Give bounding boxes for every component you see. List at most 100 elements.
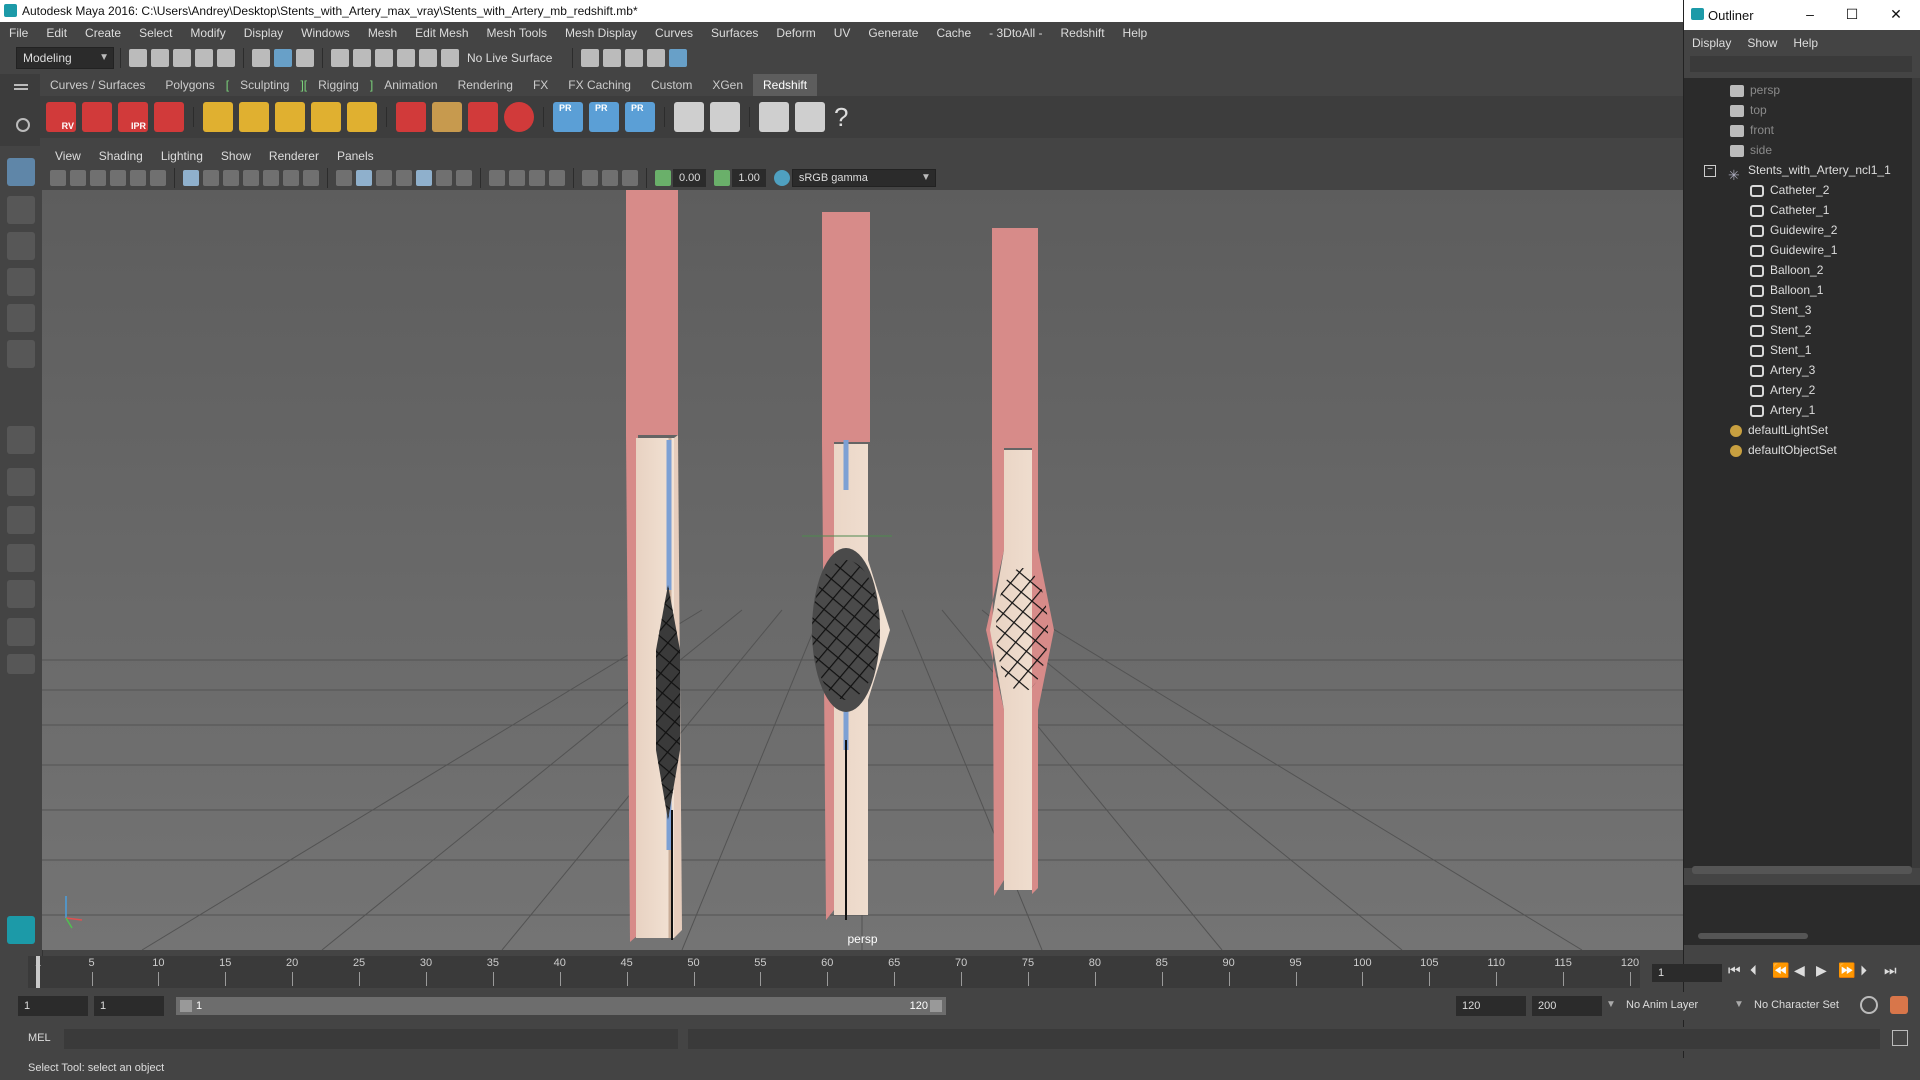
animation-start-field[interactable]: 1: [18, 996, 88, 1016]
snap-view-plane-icon[interactable]: [397, 49, 415, 67]
range-end-handle[interactable]: [930, 1000, 942, 1012]
tree-item-guidewire-2[interactable]: Guidewire_2: [1750, 220, 1837, 240]
tree-item-top[interactable]: top: [1730, 100, 1767, 120]
chevron-down-icon[interactable]: ▼: [1606, 999, 1616, 1010]
camera-attributes-icon[interactable]: [70, 170, 86, 186]
chevron-down-icon[interactable]: ▼: [1734, 999, 1744, 1010]
tree-item-artery-2[interactable]: Artery_2: [1750, 380, 1815, 400]
rs-spot-light-icon[interactable]: [275, 102, 305, 132]
menu-help[interactable]: Help: [1114, 22, 1157, 44]
menu-create[interactable]: Create: [76, 22, 130, 44]
menu-deform[interactable]: Deform: [767, 22, 824, 44]
menu-surfaces[interactable]: Surfaces: [702, 22, 767, 44]
outliner-vertical-scrollbar[interactable]: [1912, 78, 1920, 868]
snap-live-icon[interactable]: [419, 49, 437, 67]
rs-render-settings-icon[interactable]: [154, 102, 184, 132]
select-by-component-icon[interactable]: [296, 49, 314, 67]
menu-cache[interactable]: Cache: [927, 22, 980, 44]
artery-model-1[interactable]: [626, 190, 682, 942]
rs-material-icon[interactable]: [674, 102, 704, 132]
tree-item-default-object-set[interactable]: defaultObjectSet: [1730, 440, 1837, 460]
motion-blur-icon[interactable]: [489, 170, 505, 186]
playback-start-field[interactable]: 1: [94, 996, 164, 1016]
animation-end-field[interactable]: 200: [1532, 996, 1602, 1016]
play-forwards-icon[interactable]: ▶: [1816, 962, 1827, 979]
rs-dome-light-icon[interactable]: [311, 102, 341, 132]
select-by-object-icon[interactable]: [274, 49, 292, 67]
tab-sculpting[interactable]: Sculpting: [230, 74, 299, 96]
lower-pane-scrollbar[interactable]: [1698, 933, 1808, 939]
wireframe-on-shaded-icon[interactable]: [376, 170, 392, 186]
outliner-filter-field[interactable]: [1690, 56, 1912, 72]
menu-display[interactable]: Display: [235, 22, 292, 44]
isolate-select-icon[interactable]: [549, 170, 565, 186]
lasso-tool-icon[interactable]: [7, 196, 35, 224]
rotate-tool-icon[interactable]: [7, 304, 35, 332]
tree-item-stent-2[interactable]: Stent_2: [1750, 320, 1811, 340]
current-frame-field[interactable]: 1: [1652, 964, 1722, 982]
time-slider-track[interactable]: 1510152025303540455055606570758085909510…: [28, 956, 1640, 988]
custom-layout-icon[interactable]: [7, 618, 35, 646]
safe-action-icon[interactable]: [283, 170, 299, 186]
panel-menu-panels[interactable]: Panels: [328, 146, 383, 166]
go-to-end-icon[interactable]: ⏭: [1884, 962, 1897, 979]
perspective-viewport[interactable]: persp: [42, 190, 1683, 950]
graph-layout-icon[interactable]: [7, 580, 35, 608]
render-current-icon[interactable]: [625, 49, 644, 67]
tree-item-stent-3[interactable]: Stent_3: [1750, 300, 1811, 320]
exposure-icon[interactable]: [655, 170, 671, 186]
panel-menu-show[interactable]: Show: [212, 146, 260, 166]
step-forward-icon[interactable]: ⏵: [1860, 962, 1867, 979]
exposure-field[interactable]: 0.00: [673, 169, 707, 187]
tree-item-default-light-set[interactable]: defaultLightSet: [1730, 420, 1828, 440]
command-input[interactable]: [64, 1029, 678, 1049]
playback-end-field[interactable]: 120: [1456, 996, 1526, 1016]
hypershade-icon[interactable]: [669, 49, 688, 67]
grease-pencil-icon[interactable]: [130, 170, 146, 186]
mode-selector[interactable]: Modeling ▼: [16, 47, 114, 69]
menu-select[interactable]: Select: [130, 22, 181, 44]
auto-key-icon[interactable]: [1860, 996, 1878, 1014]
image-plane-icon[interactable]: [110, 170, 126, 186]
shelf-menu-handle[interactable]: [0, 74, 40, 146]
panel-menu-lighting[interactable]: Lighting: [152, 146, 212, 166]
single-perspective-layout-icon[interactable]: [7, 426, 35, 454]
rs-curve-icon[interactable]: [468, 102, 498, 132]
tree-item-persp[interactable]: persp: [1730, 80, 1780, 100]
go-to-start-icon[interactable]: ⏮: [1728, 962, 1741, 979]
character-set-selector[interactable]: No Character Set: [1754, 999, 1839, 1011]
menu-curves[interactable]: Curves: [646, 22, 702, 44]
resolution-gate-icon[interactable]: [223, 170, 239, 186]
step-back-icon[interactable]: ⏴: [1750, 962, 1757, 979]
open-scene-icon[interactable]: [151, 49, 169, 67]
layout-toggle-icon[interactable]: [7, 654, 35, 674]
xray-icon[interactable]: [582, 170, 598, 186]
tab-fx-caching[interactable]: FX Caching: [558, 74, 641, 96]
paint-select-tool-icon[interactable]: [7, 232, 35, 260]
tree-item-group[interactable]: − ✳ Stents_with_Artery_ncl1_1: [1704, 160, 1891, 183]
depth-of-field-icon[interactable]: [529, 170, 545, 186]
menu-uv[interactable]: UV: [825, 22, 860, 44]
rs-render-view-icon[interactable]: RV: [46, 102, 76, 132]
animation-preferences-icon[interactable]: [1890, 996, 1908, 1014]
play-backwards-icon[interactable]: ◀: [1794, 962, 1805, 979]
tree-item-catheter-1[interactable]: Catheter_1: [1750, 200, 1829, 220]
menu-mesh[interactable]: Mesh: [359, 22, 406, 44]
safe-title-icon[interactable]: [303, 170, 319, 186]
save-scene-icon[interactable]: [173, 49, 191, 67]
scale-tool-icon[interactable]: [7, 340, 35, 368]
render-view-icon[interactable]: [603, 49, 622, 67]
redo-icon[interactable]: [217, 49, 235, 67]
tree-item-catheter-2[interactable]: Catheter_2: [1750, 180, 1829, 200]
rs-proxy-export-icon[interactable]: PR: [553, 102, 583, 132]
tree-item-balloon-1[interactable]: Balloon_1: [1750, 280, 1823, 300]
settings-gear-icon[interactable]: [16, 118, 30, 132]
rs-help-icon[interactable]: ?: [834, 102, 848, 133]
rs-proxy-convert-icon[interactable]: PR: [625, 102, 655, 132]
move-tool-icon[interactable]: [7, 268, 35, 296]
color-management-icon[interactable]: [773, 170, 790, 186]
outliner-horizontal-scrollbar[interactable]: [1692, 866, 1912, 874]
panel-menu-view[interactable]: View: [46, 146, 90, 166]
gamma-field[interactable]: 1.00: [732, 169, 766, 187]
rs-sun-sky-icon[interactable]: [347, 102, 377, 132]
